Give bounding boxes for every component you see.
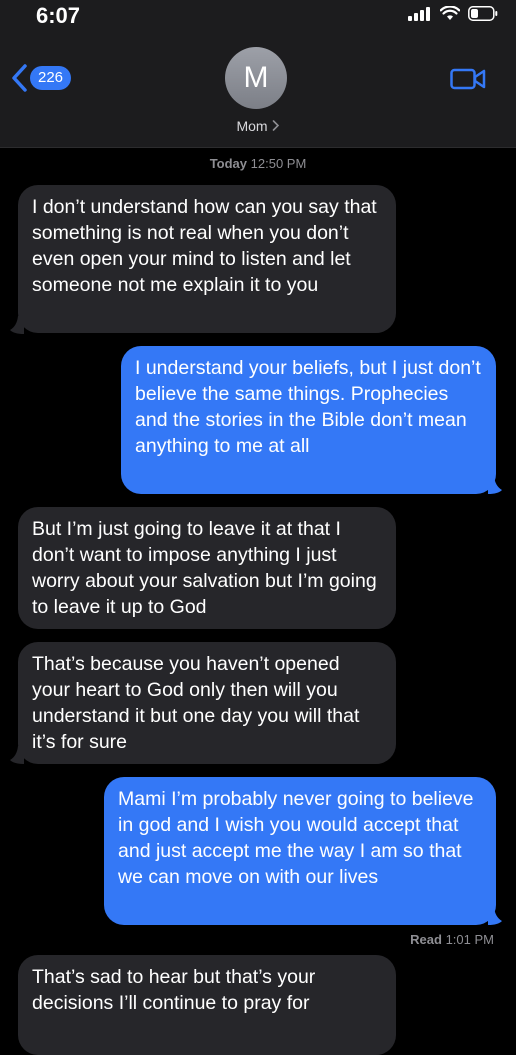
incoming-message-bubble[interactable]: That’s sad to hear but that’s your decis… [18, 955, 396, 1055]
contact-name-button[interactable]: Mom [0, 118, 516, 134]
message-text: That’s sad to hear but that’s your decis… [32, 966, 316, 1014]
message-text: I don’t understand how can you say that … [32, 196, 377, 296]
video-call-icon[interactable] [450, 67, 486, 91]
outgoing-message-bubble[interactable]: Mami I’m probably never going to believe… [104, 777, 496, 925]
conversation-header: 6:07 226 M Mom [0, 0, 516, 148]
bubble-tail [10, 746, 24, 764]
bubble-tail [488, 476, 502, 494]
read-receipt: Read 1:01 PM [410, 932, 494, 947]
timestamp-day: Today [209, 156, 248, 171]
contact-name: Mom [236, 118, 268, 134]
chevron-right-icon [272, 120, 279, 131]
back-button[interactable]: 226 [10, 64, 72, 92]
bubble-tail [10, 316, 24, 334]
status-time: 6:07 [36, 3, 81, 28]
contact-avatar[interactable]: M [225, 47, 287, 109]
timestamp-time: 12:50 PM [250, 156, 307, 171]
message-text: But I’m just going to leave it at that I… [32, 518, 377, 618]
read-label: Read [410, 932, 442, 947]
cellular-signal-icon [408, 6, 430, 21]
wifi-icon [440, 6, 460, 20]
incoming-message-bubble[interactable]: But I’m just going to leave it at that I… [18, 507, 396, 629]
outgoing-message-bubble[interactable]: I understand your beliefs, but I just do… [121, 346, 496, 494]
conversation-timestamp: Today 12:50 PM [0, 156, 516, 171]
message-text: Mami I’m probably never going to believe… [118, 788, 474, 888]
bubble-tail [488, 907, 502, 925]
unread-count-badge: 226 [30, 66, 72, 90]
read-time: 1:01 PM [445, 932, 494, 947]
message-text: I understand your beliefs, but I just do… [135, 357, 481, 457]
incoming-message-bubble[interactable]: That’s because you haven’t opened your h… [18, 642, 396, 764]
message-text: That’s because you haven’t opened your h… [32, 653, 360, 753]
status-icons [408, 6, 498, 21]
battery-icon [468, 6, 498, 21]
chevron-left-icon [12, 64, 27, 92]
incoming-message-bubble[interactable]: I don’t understand how can you say that … [18, 185, 396, 333]
